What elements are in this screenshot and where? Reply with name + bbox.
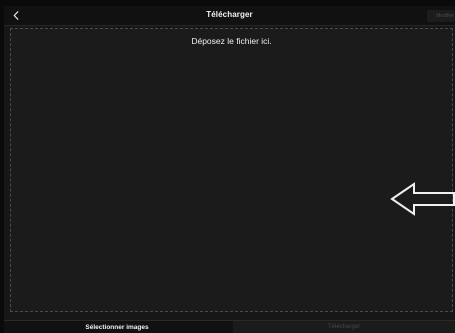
arrow-left-icon [390, 182, 455, 216]
drop-zone-label: Déposez le fichier ici. [191, 36, 272, 46]
upload-button[interactable]: Télécharger [233, 321, 455, 333]
modify-button[interactable]: Modifier [427, 10, 455, 22]
select-images-button[interactable]: Sélectionner images [4, 321, 230, 333]
upload-screen: Télécharger Modifier Déposez le fichier … [4, 6, 455, 333]
page-title: Télécharger [206, 10, 253, 19]
file-drop-zone[interactable]: Déposez le fichier ici. [10, 28, 455, 312]
bottom-action-bar: Sélectionner images Télécharger [4, 320, 455, 333]
top-navigation-bar: Télécharger Modifier [4, 6, 455, 26]
